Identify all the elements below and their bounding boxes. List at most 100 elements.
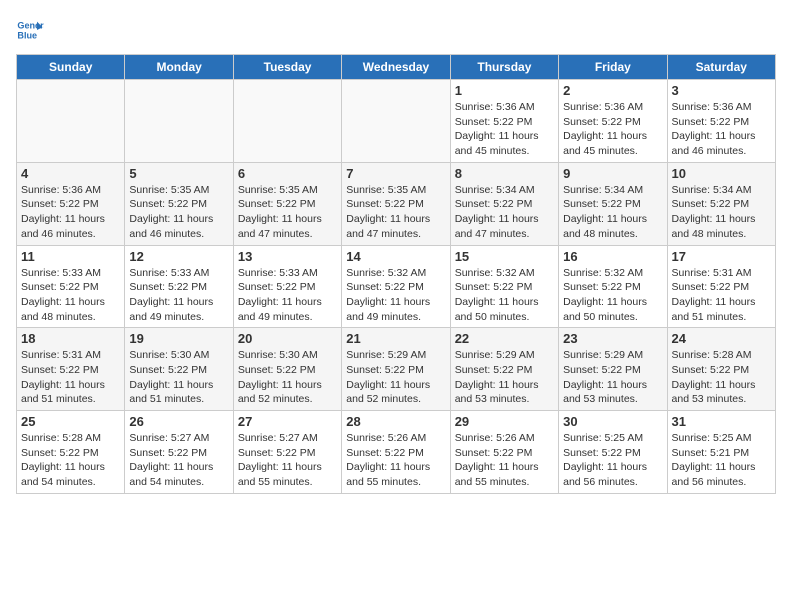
day-number: 5 <box>129 166 228 181</box>
calendar-cell: 10 Sunrise: 5:34 AM Sunset: 5:22 PM Dayli… <box>667 162 775 245</box>
calendar-cell: 9 Sunrise: 5:34 AM Sunset: 5:22 PM Daylig… <box>559 162 667 245</box>
day-detail: Sunrise: 5:30 AM Sunset: 5:22 PM Dayligh… <box>129 348 228 407</box>
calendar-cell: 3Sunrise: 5:36 AM Sunset: 5:22 PM Daylig… <box>667 80 775 163</box>
calendar-cell: 11Sunrise: 5:33 AM Sunset: 5:22 PM Dayli… <box>17 245 125 328</box>
calendar-cell: 7 Sunrise: 5:35 AM Sunset: 5:22 PM Daylig… <box>342 162 450 245</box>
calendar-cell: 22Sunrise: 5:29 AM Sunset: 5:22 PM Dayli… <box>450 328 558 411</box>
calendar-cell: 26Sunrise: 5:27 AM Sunset: 5:22 PM Dayli… <box>125 411 233 494</box>
day-number: 2 <box>563 83 662 98</box>
day-detail: Sunrise: 5:29 AM Sunset: 5:22 PM Dayligh… <box>455 348 554 407</box>
day-detail: Sunrise: 5:25 AM Sunset: 5:21 PM Dayligh… <box>672 431 771 490</box>
day-number: 24 <box>672 331 771 346</box>
calendar-cell: 1Sunrise: 5:36 AM Sunset: 5:22 PM Daylig… <box>450 80 558 163</box>
day-detail: Sunrise: 5:31 AM Sunset: 5:22 PM Dayligh… <box>672 266 771 325</box>
calendar-cell: 27 Sunrise: 5:27 AM Sunset: 5:22 PM Dayli… <box>233 411 341 494</box>
weekday-monday: Monday <box>125 55 233 80</box>
day-detail: Sunrise: 5:35 AM Sunset: 5:22 PM Dayligh… <box>346 183 445 242</box>
calendar-cell: 8 Sunrise: 5:34 AM Sunset: 5:22 PM Daylig… <box>450 162 558 245</box>
calendar-cell: 17 Sunrise: 5:31 AM Sunset: 5:22 PM Dayli… <box>667 245 775 328</box>
calendar-cell <box>342 80 450 163</box>
day-number: 6 <box>238 166 337 181</box>
calendar-cell: 12 Sunrise: 5:33 AM Sunset: 5:22 PM Dayli… <box>125 245 233 328</box>
day-detail: Sunrise: 5:29 AM Sunset: 5:22 PM Dayligh… <box>563 348 662 407</box>
weekday-thursday: Thursday <box>450 55 558 80</box>
calendar-cell: 13Sunrise: 5:33 AM Sunset: 5:22 PM Dayli… <box>233 245 341 328</box>
day-detail: Sunrise: 5:31 AM Sunset: 5:22 PM Dayligh… <box>21 348 120 407</box>
calendar-cell <box>233 80 341 163</box>
day-number: 26 <box>129 414 228 429</box>
day-number: 14 <box>346 249 445 264</box>
svg-text:Blue: Blue <box>17 30 37 40</box>
day-number: 23 <box>563 331 662 346</box>
day-detail: Sunrise: 5:33 AM Sunset: 5:22 PM Dayligh… <box>129 266 228 325</box>
calendar-cell: 29Sunrise: 5:26 AM Sunset: 5:22 PM Dayli… <box>450 411 558 494</box>
day-number: 19 <box>129 331 228 346</box>
day-detail: Sunrise: 5:33 AM Sunset: 5:22 PM Dayligh… <box>238 266 337 325</box>
day-number: 29 <box>455 414 554 429</box>
day-number: 27 <box>238 414 337 429</box>
calendar-body: 1 Sunrise: 5:36 AM Sunset: 5:22 PM Daylig… <box>17 80 776 494</box>
calendar-cell: 20Sunrise: 5:30 AM Sunset: 5:22 PM Dayli… <box>233 328 341 411</box>
day-number: 17 <box>672 249 771 264</box>
day-detail: Sunrise: 5:35 AM Sunset: 5:22 PM Dayligh… <box>238 183 337 242</box>
day-number: 28 <box>346 414 445 429</box>
logo-icon: General Blue <box>16 16 44 44</box>
day-number: 25 <box>21 414 120 429</box>
calendar-cell: 23 Sunrise: 5:29 AM Sunset: 5:22 PM Dayli… <box>559 328 667 411</box>
weekday-saturday: Saturday <box>667 55 775 80</box>
day-detail: Sunrise: 5:27 AM Sunset: 5:22 PM Dayligh… <box>238 431 337 490</box>
day-detail: Sunrise: 5:28 AM Sunset: 5:22 PM Dayligh… <box>21 431 120 490</box>
week-row-5: 25 Sunrise: 5:28 AM Sunset: 5:22 PM Dayli… <box>17 411 776 494</box>
calendar-cell: 24 Sunrise: 5:28 AM Sunset: 5:22 PM Dayli… <box>667 328 775 411</box>
day-number: 15 <box>455 249 554 264</box>
calendar-cell: 30 Sunrise: 5:25 AM Sunset: 5:22 PM Dayli… <box>559 411 667 494</box>
calendar-cell: 19 Sunrise: 5:30 AM Sunset: 5:22 PM Dayli… <box>125 328 233 411</box>
day-number: 9 <box>563 166 662 181</box>
day-detail: Sunrise: 5:32 AM Sunset: 5:22 PM Dayligh… <box>563 266 662 325</box>
day-number: 18 <box>21 331 120 346</box>
day-number: 10 <box>672 166 771 181</box>
day-detail: Sunrise: 5:36 AM Sunset: 5:22 PM Dayligh… <box>563 100 662 159</box>
day-detail: Sunrise: 5:28 AM Sunset: 5:22 PM Dayligh… <box>672 348 771 407</box>
calendar-header: SundayMondayTuesdayWednesdayThursdayFrid… <box>17 55 776 80</box>
day-number: 12 <box>129 249 228 264</box>
day-number: 30 <box>563 414 662 429</box>
calendar-cell: 6 Sunrise: 5:35 AM Sunset: 5:22 PM Daylig… <box>233 162 341 245</box>
calendar-cell: 4 Sunrise: 5:36 AM Sunset: 5:22 PM Daylig… <box>17 162 125 245</box>
day-detail: Sunrise: 5:32 AM Sunset: 5:22 PM Dayligh… <box>455 266 554 325</box>
calendar-table: SundayMondayTuesdayWednesdayThursdayFrid… <box>16 54 776 494</box>
day-detail: Sunrise: 5:26 AM Sunset: 5:22 PM Dayligh… <box>346 431 445 490</box>
calendar-cell: 15 Sunrise: 5:32 AM Sunset: 5:22 PM Dayli… <box>450 245 558 328</box>
calendar-cell <box>125 80 233 163</box>
calendar-cell: 18 Sunrise: 5:31 AM Sunset: 5:22 PM Dayli… <box>17 328 125 411</box>
week-row-1: 1 Sunrise: 5:36 AM Sunset: 5:22 PM Daylig… <box>17 80 776 163</box>
day-detail: Sunrise: 5:30 AM Sunset: 5:22 PM Dayligh… <box>238 348 337 407</box>
logo: General Blue <box>16 16 48 44</box>
weekday-tuesday: Tuesday <box>233 55 341 80</box>
day-number: 8 <box>455 166 554 181</box>
day-number: 3 <box>672 83 771 98</box>
day-number: 1 <box>455 83 554 98</box>
day-number: 16 <box>563 249 662 264</box>
day-number: 21 <box>346 331 445 346</box>
week-row-4: 18 Sunrise: 5:31 AM Sunset: 5:22 PM Dayli… <box>17 328 776 411</box>
day-detail: Sunrise: 5:36 AM Sunset: 5:22 PM Dayligh… <box>21 183 120 242</box>
day-detail: Sunrise: 5:34 AM Sunset: 5:22 PM Dayligh… <box>455 183 554 242</box>
day-detail: Sunrise: 5:34 AM Sunset: 5:22 PM Dayligh… <box>672 183 771 242</box>
day-number: 11 <box>21 249 120 264</box>
day-detail: Sunrise: 5:32 AM Sunset: 5:22 PM Dayligh… <box>346 266 445 325</box>
calendar-cell: 5 Sunrise: 5:35 AM Sunset: 5:22 PM Daylig… <box>125 162 233 245</box>
day-detail: Sunrise: 5:34 AM Sunset: 5:22 PM Dayligh… <box>563 183 662 242</box>
calendar-cell: 2 Sunrise: 5:36 AM Sunset: 5:22 PM Daylig… <box>559 80 667 163</box>
calendar-cell: 21 Sunrise: 5:29 AM Sunset: 5:22 PM Dayli… <box>342 328 450 411</box>
calendar-cell: 31Sunrise: 5:25 AM Sunset: 5:21 PM Dayli… <box>667 411 775 494</box>
weekday-sunday: Sunday <box>17 55 125 80</box>
day-detail: Sunrise: 5:29 AM Sunset: 5:22 PM Dayligh… <box>346 348 445 407</box>
week-row-2: 4 Sunrise: 5:36 AM Sunset: 5:22 PM Daylig… <box>17 162 776 245</box>
weekday-header-row: SundayMondayTuesdayWednesdayThursdayFrid… <box>17 55 776 80</box>
day-detail: Sunrise: 5:35 AM Sunset: 5:22 PM Dayligh… <box>129 183 228 242</box>
day-number: 4 <box>21 166 120 181</box>
week-row-3: 11 Sunrise: 5:33 AM Sunset: 5:22 PM Dayli… <box>17 245 776 328</box>
day-detail: Sunrise: 5:25 AM Sunset: 5:22 PM Dayligh… <box>563 431 662 490</box>
day-number: 7 <box>346 166 445 181</box>
